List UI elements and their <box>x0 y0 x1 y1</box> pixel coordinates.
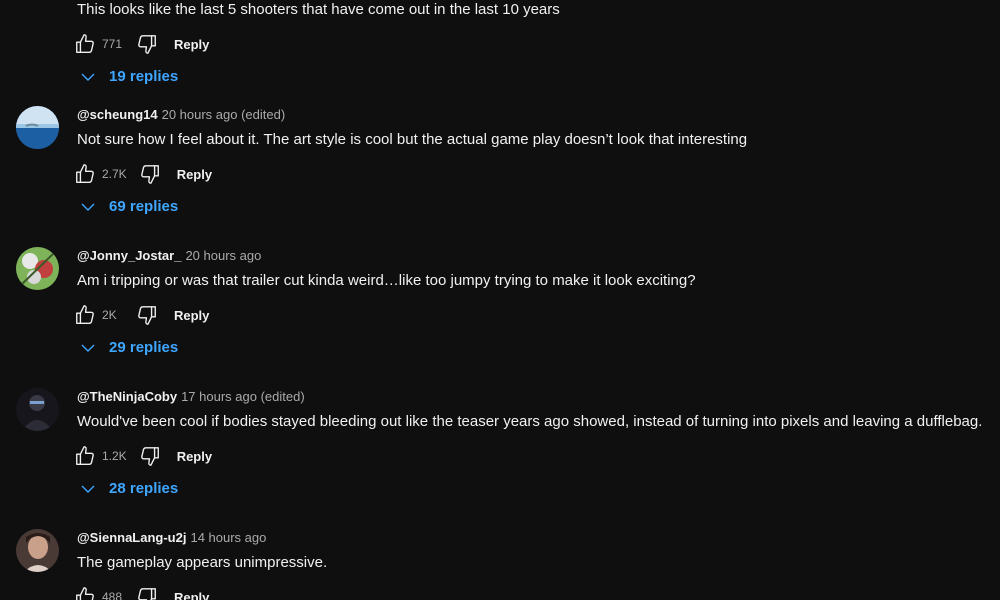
replies-label: 29 replies <box>109 339 179 356</box>
like-count: 2K <box>102 308 117 322</box>
comment-actions: 771 Reply <box>72 32 209 56</box>
comments-section: This looks like the last 5 shooters that… <box>0 0 1000 600</box>
reply-button[interactable]: Reply <box>174 308 209 323</box>
comment-meta: @scheung14 20 hours ago (edited) <box>77 107 285 122</box>
comment-time[interactable]: 17 hours ago (edited) <box>181 389 305 404</box>
comment-actions: 1.2K Reply <box>72 444 212 468</box>
thumbs-down-icon <box>138 35 156 54</box>
comment-actions: 2.7K Reply <box>72 162 212 186</box>
reply-button[interactable]: Reply <box>174 590 209 600</box>
dislike-button[interactable] <box>134 303 160 327</box>
dislike-button[interactable] <box>137 444 163 468</box>
dislike-button[interactable] <box>137 162 163 186</box>
comment-text: Not sure how I feel about it. The art st… <box>77 131 748 148</box>
thumbs-up-icon <box>76 164 94 183</box>
comment-actions: 2K Reply <box>72 303 209 327</box>
comment-meta: @TheNinjaCoby 17 hours ago (edited) <box>77 389 305 404</box>
like-button[interactable] <box>72 303 98 327</box>
thumbs-up-icon <box>76 587 94 600</box>
avatar[interactable] <box>16 106 59 149</box>
thumbs-up-icon <box>76 446 94 465</box>
reply-button[interactable]: Reply <box>177 449 212 464</box>
comment-time[interactable]: 14 hours ago <box>190 530 266 545</box>
like-button[interactable] <box>72 32 98 56</box>
replies-label: 19 replies <box>109 68 179 85</box>
comment-time[interactable]: 20 hours ago (edited) <box>162 107 286 122</box>
reply-button[interactable]: Reply <box>174 37 209 52</box>
chevron-down-icon <box>80 481 96 497</box>
comment-time[interactable]: 20 hours ago <box>185 248 261 263</box>
thumbs-down-icon <box>140 447 159 466</box>
avatar[interactable] <box>16 247 59 290</box>
avatar[interactable] <box>16 529 59 572</box>
comment-text: Am i tripping or was that trailer cut ki… <box>77 272 696 289</box>
like-count: 1.2K <box>102 449 127 463</box>
replies-label: 28 replies <box>109 480 179 497</box>
chevron-down-icon <box>80 199 96 215</box>
author-name[interactable]: @scheung14 <box>77 107 158 122</box>
chevron-down-icon <box>80 69 96 85</box>
thumbs-up-icon <box>76 34 94 53</box>
like-button[interactable] <box>72 585 98 600</box>
dislike-button[interactable] <box>134 32 160 56</box>
author-name[interactable]: @SiennaLang-u2j <box>77 530 186 545</box>
author-name[interactable]: @Jonny_Jostar_ <box>77 248 181 263</box>
avatar[interactable] <box>16 388 59 431</box>
like-count: 488 <box>102 590 123 600</box>
like-count: 771 <box>102 37 123 51</box>
like-button[interactable] <box>72 162 98 186</box>
view-replies-button[interactable]: 19 replies <box>80 68 178 85</box>
thumbs-down-icon <box>140 165 159 184</box>
view-replies-button[interactable]: 28 replies <box>80 480 178 497</box>
chevron-down-icon <box>80 340 96 356</box>
comment-meta: @Jonny_Jostar_ 20 hours ago <box>77 248 261 263</box>
comment-text: This looks like the last 5 shooters that… <box>77 1 560 18</box>
author-name[interactable]: @TheNinjaCoby <box>77 389 177 404</box>
thumbs-up-icon <box>76 305 94 324</box>
thumbs-down-icon <box>138 588 156 600</box>
view-replies-button[interactable]: 69 replies <box>80 198 178 215</box>
thumbs-down-icon <box>138 306 156 325</box>
replies-label: 69 replies <box>109 198 179 215</box>
comment-actions: 488 Reply <box>72 585 209 600</box>
like-count: 2.7K <box>102 167 127 181</box>
dislike-button[interactable] <box>134 585 160 600</box>
like-button[interactable] <box>72 444 98 468</box>
comment-text: The gameplay appears unimpressive. <box>77 554 328 571</box>
reply-button[interactable]: Reply <box>177 167 212 182</box>
view-replies-button[interactable]: 29 replies <box>80 339 178 356</box>
comment-meta: @SiennaLang-u2j 14 hours ago <box>77 530 266 545</box>
comment-text: Would've been cool if bodies stayed blee… <box>77 413 983 430</box>
